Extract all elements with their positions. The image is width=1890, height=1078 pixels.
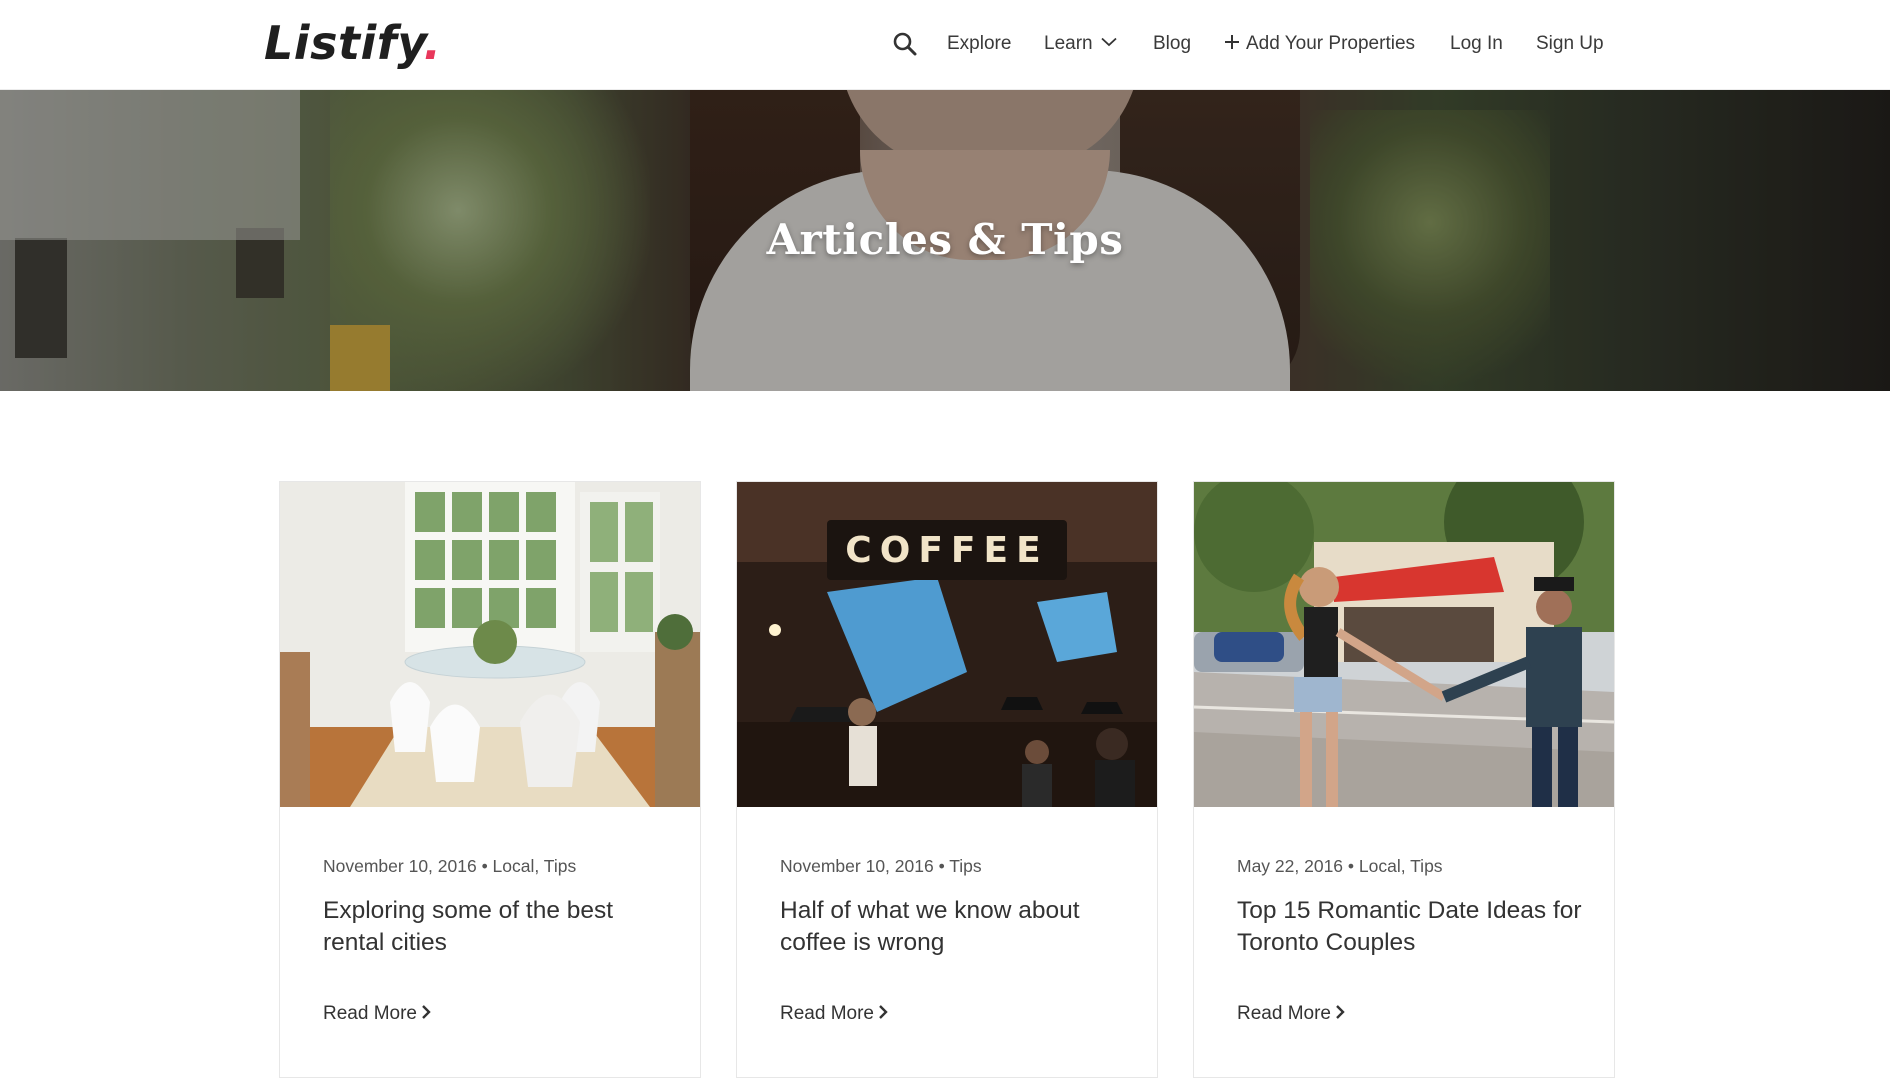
article-card[interactable]: COFFEE November 10, 2016 • Tips Half of … [736, 481, 1158, 1078]
article-meta: May 22, 2016 • Local, Tips [1237, 856, 1443, 876]
article-title[interactable]: Top 15 Romantic Date Ideas for Toronto C… [1237, 895, 1582, 959]
plus-icon [1225, 35, 1239, 50]
chevron-right-icon [1336, 1005, 1345, 1020]
coffee-shop-image: COFFEE [737, 482, 1157, 807]
page-title: Articles & Tips [766, 215, 1124, 264]
nav-add-properties[interactable]: Add Your Properties [1224, 31, 1415, 57]
article-image[interactable] [1194, 482, 1614, 807]
nav-learn[interactable]: Learn [1044, 31, 1117, 57]
logo-dot: . [423, 16, 442, 70]
nav-log-in[interactable]: Log In [1450, 31, 1503, 57]
couple-street-image [1194, 482, 1614, 807]
dining-room-image [280, 482, 700, 807]
article-meta: November 10, 2016 • Local, Tips [323, 856, 577, 876]
nav-explore[interactable]: Explore [947, 31, 1011, 57]
coffee-sign-text: COFFEE [845, 530, 1048, 571]
search-icon[interactable] [892, 31, 918, 57]
read-more-link[interactable]: Read More [780, 1003, 888, 1025]
read-more-link[interactable]: Read More [323, 1003, 431, 1025]
chevron-right-icon [879, 1005, 888, 1020]
hero-banner: Articles & Tips [0, 90, 1890, 391]
chevron-right-icon [422, 1005, 431, 1020]
logo-text: Listify [264, 16, 424, 70]
site-logo[interactable]: Listify. [264, 14, 441, 72]
nav-sign-up[interactable]: Sign Up [1536, 31, 1604, 57]
read-more-label: Read More [780, 1003, 874, 1024]
article-title[interactable]: Half of what we know about coffee is wro… [780, 895, 1125, 959]
article-image[interactable] [280, 482, 700, 807]
article-card[interactable]: November 10, 2016 • Local, Tips Explorin… [279, 481, 701, 1078]
nav-learn-label: Learn [1044, 33, 1093, 54]
article-title[interactable]: Exploring some of the best rental cities [323, 895, 668, 959]
site-header: Listify. Explore Learn Blog Add Your Pro… [0, 0, 1890, 90]
nav-add-properties-label: Add Your Properties [1246, 33, 1416, 54]
chevron-down-icon [1100, 38, 1117, 47]
article-image[interactable]: COFFEE [737, 482, 1157, 807]
nav-blog[interactable]: Blog [1153, 31, 1191, 57]
article-card[interactable]: May 22, 2016 • Local, Tips Top 15 Romant… [1193, 481, 1615, 1078]
article-meta: November 10, 2016 • Tips [780, 856, 982, 876]
read-more-label: Read More [1237, 1003, 1331, 1024]
read-more-link[interactable]: Read More [1237, 1003, 1345, 1025]
read-more-label: Read More [323, 1003, 417, 1024]
